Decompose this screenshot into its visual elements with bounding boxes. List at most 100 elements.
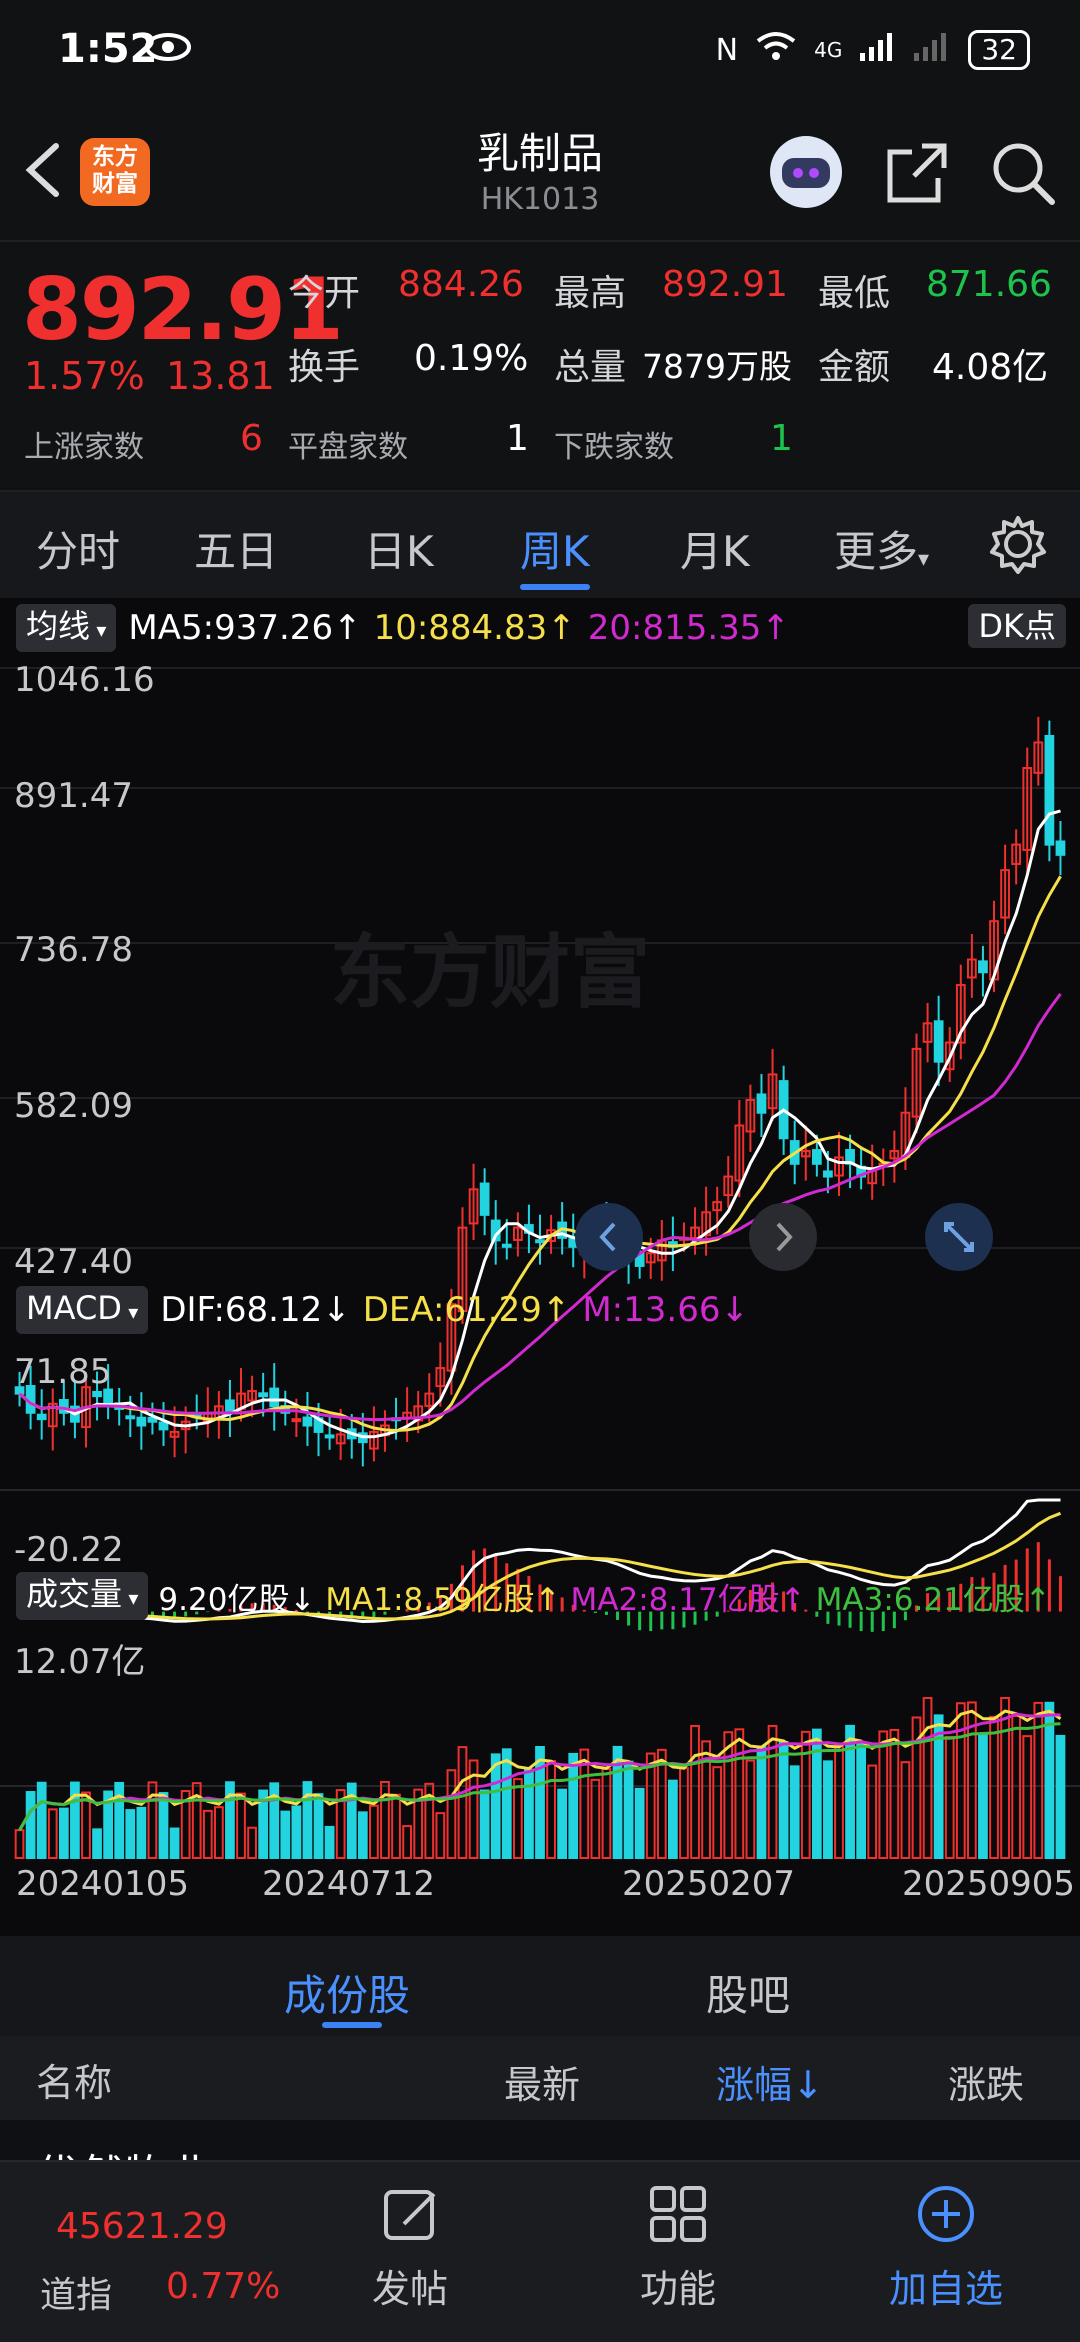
x-date-1: 20240105 [16,1864,190,1904]
volume-bar-2 [36,1781,47,1860]
volume-ma3: MA3:6.21亿股↑ [815,1581,1051,1618]
turnover-value: 0.19% [414,338,529,379]
tab-monthly-k[interactable]: 月K [680,518,750,579]
col-latest[interactable]: 最新 [504,2054,580,2109]
tab-more[interactable]: 更多▾ [834,518,929,579]
search-icon[interactable] [988,138,1058,208]
volume-bar-25 [291,1805,302,1859]
macd-label: MACD [26,1289,122,1327]
indicator-selector[interactable]: 均线 ▾ [16,604,117,652]
col-change[interactable]: 涨跌 [948,2054,1024,2109]
volume-selector[interactable]: 成交量 ▾ [16,1572,149,1620]
volume-bar-17 [202,1809,213,1859]
ticker-value[interactable]: 45621.29 [56,2206,228,2247]
ticker-pct[interactable]: 0.77% [166,2266,280,2307]
volume-bar-21 [247,1826,257,1859]
volume-bar-34 [391,1793,401,1860]
post-icon[interactable] [382,2184,442,2248]
macd-dif: DIF:68.12↓ [160,1290,351,1330]
volume-bar-38 [435,1812,446,1860]
volume-bar-63 [712,1766,723,1860]
function-grid-icon[interactable] [648,2184,708,2248]
y-tick-3: 736.78 [14,930,133,970]
tab-intraday[interactable]: 分时 [36,518,120,579]
nav-function[interactable]: 功能 [578,2258,778,2313]
macd-bottom: -20.22 [14,1530,124,1570]
kline-svg[interactable] [0,658,1080,1878]
volume-bar-45 [512,1778,523,1860]
volume-bar-46 [524,1768,534,1859]
chart-next-button[interactable] [748,1202,818,1276]
amount-label: 金额 [818,347,891,388]
volume-bar-7 [92,1828,102,1859]
settings-gear-icon[interactable] [988,514,1048,578]
list-row-partial[interactable]: 优然牧业 [0,2120,1080,2160]
volume-bar-66 [745,1759,756,1859]
active-tab-indicator [520,584,590,590]
volume-bar-18 [213,1806,224,1859]
candle-42 [479,1182,490,1216]
down-count-label: 下跌家数 [554,430,674,465]
volume-bar-10 [125,1809,136,1860]
macd-selector[interactable]: MACD ▾ [16,1286,149,1334]
watermark: 东方财富 [330,926,650,1019]
candle-2 [36,1413,47,1421]
volume-label: 成交量 [26,1575,123,1613]
volume-bar-39 [446,1769,457,1860]
row-name: 优然牧业 [36,2140,212,2160]
tab-weekly-k[interactable]: 周K [520,518,590,579]
candle-93 [1044,734,1055,846]
status-bar: 1:52 N 4G 32 [0,0,1080,100]
tab-constituents[interactable]: 成份股 [284,1962,410,2023]
volume-bar-89 [1000,1697,1010,1859]
chart-prev-button[interactable] [574,1202,644,1276]
low-label: 最低 [818,273,891,314]
ma-legend: 均线 ▾ MA5:937.26↑ 10:884.83↑ 20:815.35↑ [16,604,790,652]
candle-28 [324,1434,335,1439]
open-value: 884.26 [398,264,524,305]
volume-bar-49 [557,1788,568,1860]
y-tick-1: 1046.16 [14,660,155,700]
volume-bar-69 [778,1740,789,1859]
ma5-line [18,809,1061,1439]
volume-value: 7879万股 [642,347,792,386]
candle-22 [258,1392,269,1398]
candle-19 [225,1399,235,1414]
col-change-pct[interactable]: 涨幅↓ [716,2054,824,2109]
dropdown-icon: ▾ [918,547,930,572]
candle-47 [535,1239,545,1244]
flat-count-label: 平盘家数 [288,430,408,465]
ticker-name[interactable]: 道指 [40,2266,112,2318]
high-value: 892.91 [662,264,788,305]
candle-87 [978,960,988,974]
add-favorite-icon[interactable] [916,2184,976,2248]
tab-forum[interactable]: 股吧 [706,1962,790,2023]
tab-more-label: 更多 [834,527,919,576]
volume-bar-60 [679,1767,689,1860]
tab-daily-k[interactable]: 日K [364,518,434,579]
top-header: 东方 财富 乳制品 HK1013 [0,100,1080,242]
status-icons: N 4G 32 [716,30,1030,70]
candle-44 [501,1243,512,1248]
nav-add-favorite[interactable]: 加自选 [846,2258,1046,2313]
share-icon[interactable] [882,138,952,208]
dk-point-button[interactable]: DK点 [968,604,1066,648]
volume-bar-90 [1011,1715,1022,1859]
volume-bar-6 [81,1791,91,1859]
volume-bar-20 [236,1792,246,1860]
tab-five-day[interactable]: 五日 [194,518,278,579]
volume-label: 总量 [554,347,627,388]
nav-post[interactable]: 发帖 [310,2258,510,2313]
chart-fullscreen-button[interactable] [924,1202,994,1276]
robot-assistant-icon[interactable] [770,136,842,208]
volume-bar-65 [734,1728,745,1859]
ma20-value: 20:815.35↑ [587,608,790,648]
volume-bar-4 [58,1807,69,1860]
volume-bar-35 [402,1825,412,1860]
candle-13 [158,1421,169,1431]
down-count: 1 [770,418,793,459]
low-value: 871.66 [926,264,1052,305]
x-date-4: 20250905 [902,1864,1076,1904]
volume-bar-85 [955,1702,966,1859]
flat-count: 1 [506,418,529,459]
